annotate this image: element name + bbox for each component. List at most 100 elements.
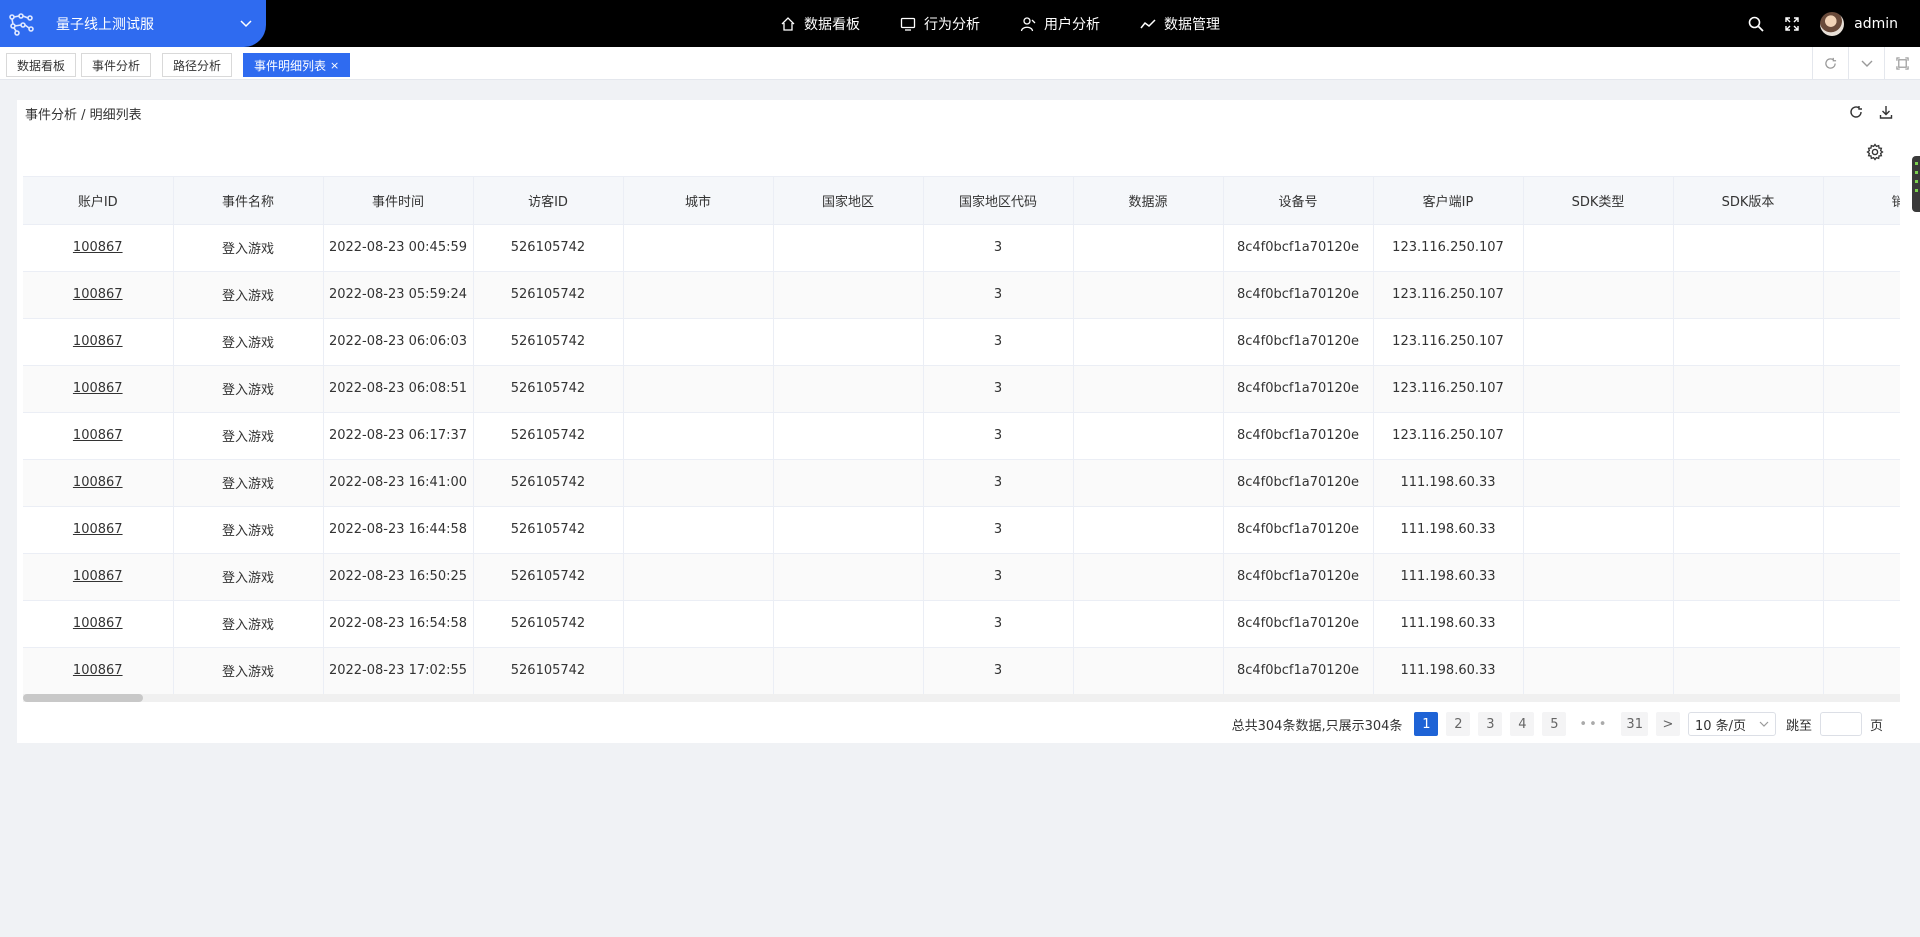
account-id-link[interactable]: 100867 [73, 287, 123, 302]
table-cell: 111.198.60.33 [1373, 600, 1524, 648]
table-cell: 登入游戏 [173, 459, 324, 507]
table-cell: 3 [923, 412, 1074, 460]
nav-item-dashboard[interactable]: 数据看板 [780, 14, 860, 34]
table-row[interactable]: 100867 登入游戏 2022-08-23 16:54:58 526105742 3 8… [23, 600, 1900, 648]
more-pages-button[interactable]: ••• [1574, 712, 1613, 736]
page-4-button[interactable]: 4 [1510, 712, 1535, 736]
page-size-select[interactable]: 10 条/页 [1687, 712, 1776, 736]
table-cell [623, 647, 774, 695]
account-id-link[interactable]: 100867 [73, 381, 123, 396]
horizontal-scrollbar[interactable] [23, 694, 1900, 702]
table-row[interactable]: 100867 登入游戏 2022-08-23 00:45:59 526105742 3 8… [23, 224, 1900, 272]
table-row[interactable]: 100867 登入游戏 2022-08-23 17:02:55 526105742 3 8… [23, 647, 1900, 695]
table-cell [773, 600, 924, 648]
account-id-link[interactable]: 100867 [73, 334, 123, 349]
top-bar: 量子线上测试服 数据看板 行为分析 用户分析 数据管理 admin [0, 0, 1920, 47]
chevron-down-icon[interactable] [1848, 47, 1884, 80]
table-cell: 8c4f0bcf1a70120e [1223, 318, 1374, 366]
table-cell [1523, 647, 1674, 695]
page-2-button[interactable]: 2 [1446, 712, 1471, 736]
table-cell [1673, 224, 1824, 272]
table-cell: 100867 [23, 224, 174, 272]
nav-item-data-management[interactable]: 数据管理 [1140, 14, 1220, 34]
table-cell: 526105742 [473, 459, 624, 507]
table-row[interactable]: 100867 登入游戏 2022-08-23 06:06:03 526105742 3 8… [23, 318, 1900, 366]
table-row[interactable]: 100867 登入游戏 2022-08-23 06:17:37 526105742 3 8… [23, 412, 1900, 460]
maximize-icon[interactable] [1884, 47, 1920, 80]
column-header[interactable]: 账户ID [23, 177, 174, 225]
table-cell [1073, 506, 1224, 554]
table-row[interactable]: 100867 登入游戏 2022-08-23 16:44:58 526105742 3 8… [23, 506, 1900, 554]
app-switcher[interactable]: 量子线上测试服 [0, 0, 266, 47]
tab-label: 事件明细列表 [254, 58, 327, 73]
table-cell [1073, 365, 1224, 413]
tab-path-analysis[interactable]: 路径分析 [162, 53, 233, 77]
table-cell [1823, 459, 1900, 507]
table-cell: 2022-08-23 06:17:37 [323, 412, 474, 460]
table-cell [623, 553, 774, 601]
jump-page-input[interactable] [1819, 712, 1862, 736]
column-header[interactable]: 国家地区代码 [923, 177, 1074, 225]
account-id-link[interactable]: 100867 [73, 428, 123, 443]
table-cell [1073, 647, 1224, 695]
account-id-link[interactable]: 100867 [73, 616, 123, 631]
column-header[interactable]: 销 [1823, 177, 1900, 225]
table-row[interactable]: 100867 登入游戏 2022-08-23 05:59:24 526105742 3 8… [23, 271, 1900, 319]
column-header[interactable]: 访客ID [473, 177, 624, 225]
account-id-link[interactable]: 100867 [73, 522, 123, 537]
table-cell [773, 647, 924, 695]
column-header[interactable]: SDK版本 [1673, 177, 1824, 225]
search-icon[interactable] [1738, 0, 1774, 47]
table-cell [1073, 459, 1224, 507]
page-3-button[interactable]: 3 [1478, 712, 1503, 736]
account-id-link[interactable]: 100867 [73, 569, 123, 584]
column-header[interactable]: 国家地区 [773, 177, 924, 225]
tab-event-analysis[interactable]: 事件分析 [81, 53, 152, 77]
trend-icon [1140, 18, 1156, 28]
column-header[interactable]: 数据源 [1073, 177, 1224, 225]
table-row[interactable]: 100867 登入游戏 2022-08-23 16:50:25 526105742 3 8… [23, 553, 1900, 601]
tab-dashboard[interactable]: 数据看板 [6, 53, 77, 77]
download-icon[interactable] [1871, 105, 1901, 119]
fullscreen-icon[interactable] [1774, 0, 1810, 47]
column-header[interactable]: 设备号 [1223, 177, 1374, 225]
account-id-link[interactable]: 100867 [73, 663, 123, 678]
table-cell [1073, 318, 1224, 366]
table-row[interactable]: 100867 登入游戏 2022-08-23 16:41:00 526105742 3 8… [23, 459, 1900, 507]
page-last-button[interactable]: 31 [1621, 712, 1648, 736]
home-icon [781, 16, 795, 31]
refresh-icon[interactable] [1841, 105, 1871, 119]
main-nav: 数据看板 行为分析 用户分析 数据管理 [780, 0, 1260, 47]
table-row[interactable]: 100867 登入游戏 2022-08-23 06:08:51 526105742 3 8… [23, 365, 1900, 413]
tab-event-detail-list[interactable]: 事件明细列表 × [243, 53, 351, 77]
nav-item-label: 用户分析 [1044, 16, 1100, 33]
column-header[interactable]: 事件名称 [173, 177, 324, 225]
pagination: 总共304条数据,只展示304条 1 2 3 4 5 ••• 31 > 10 条… [1232, 712, 1883, 736]
settings-gear-icon[interactable] [1866, 143, 1884, 165]
table-cell: 登入游戏 [173, 365, 324, 413]
column-header[interactable]: SDK类型 [1523, 177, 1674, 225]
refresh-icon[interactable] [1812, 47, 1848, 80]
page-5-button[interactable]: 5 [1542, 712, 1567, 736]
table-cell [1673, 459, 1824, 507]
table-cell: 8c4f0bcf1a70120e [1223, 506, 1374, 554]
table-cell: 526105742 [473, 224, 624, 272]
page-1-button[interactable]: 1 [1414, 712, 1439, 736]
column-header[interactable]: 事件时间 [323, 177, 474, 225]
side-drawer-handle[interactable] [1912, 156, 1920, 212]
scrollbar-thumb[interactable] [23, 694, 143, 702]
user-name[interactable]: admin [1854, 16, 1898, 32]
table-cell [623, 600, 774, 648]
nav-item-behavior[interactable]: 行为分析 [900, 14, 980, 34]
table-cell [623, 365, 774, 413]
table-cell: 100867 [23, 647, 174, 695]
close-icon[interactable]: × [330, 59, 339, 72]
table-cell: 3 [923, 600, 1074, 648]
avatar[interactable] [1820, 11, 1845, 36]
account-id-link[interactable]: 100867 [73, 240, 123, 255]
account-id-link[interactable]: 100867 [73, 475, 123, 490]
nav-item-users[interactable]: 用户分析 [1020, 14, 1100, 34]
column-header[interactable]: 客户端IP [1373, 177, 1524, 225]
column-header[interactable]: 城市 [623, 177, 774, 225]
next-page-button[interactable]: > [1655, 712, 1680, 736]
